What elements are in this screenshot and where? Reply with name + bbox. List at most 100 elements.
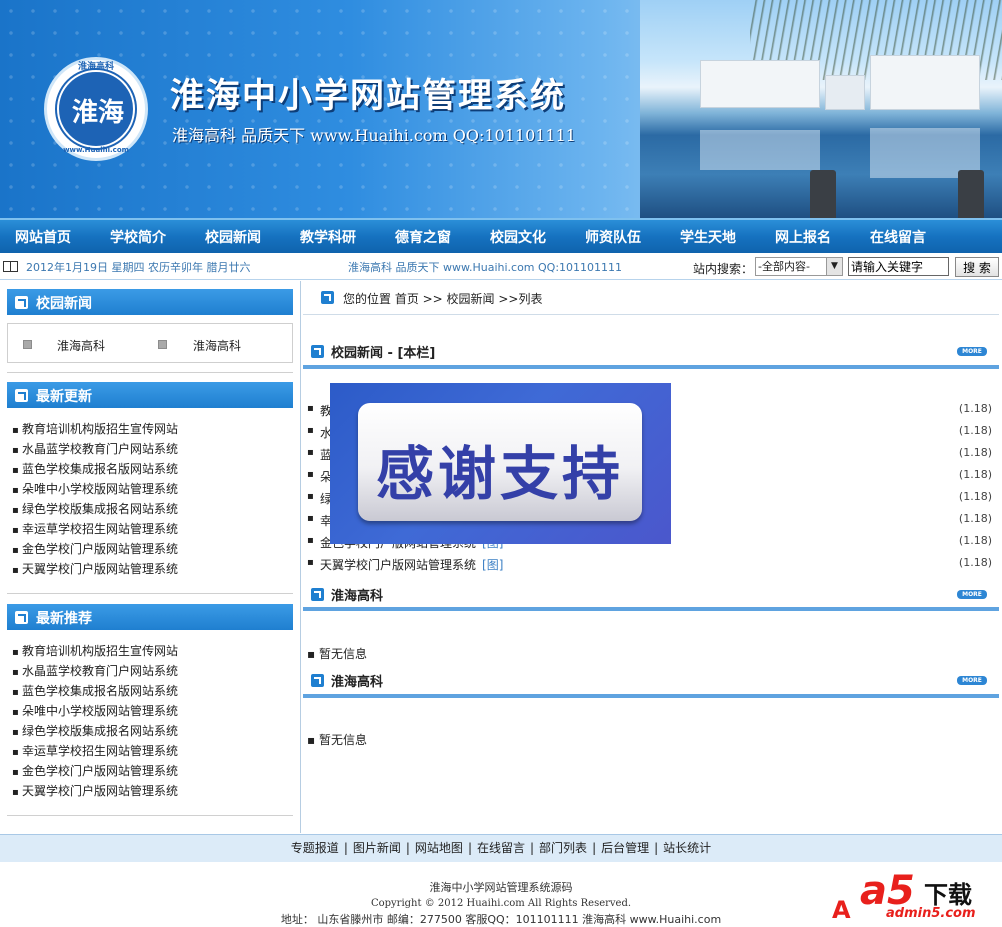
footer-link[interactable]: 部门列表	[539, 835, 587, 862]
news-date: (1.18)	[958, 468, 992, 481]
bullet-icon	[158, 340, 167, 349]
sidebar-header-latest: 最新更新	[7, 382, 293, 408]
arrow-icon	[311, 674, 324, 687]
recommend-list: 教育培训机构版招生宣传网站 水晶蓝学校教育门户网站系统 蓝色学校集成报名版网站系…	[12, 642, 178, 802]
list-item[interactable]: 天翼学校门户版网站管理系统	[12, 782, 178, 802]
footer-link[interactable]: 站长统计	[663, 835, 711, 862]
building	[825, 75, 865, 110]
arrow-icon	[311, 345, 324, 358]
list-item[interactable]: 金色学校门户版网站管理系统	[12, 540, 178, 560]
separator: |	[654, 841, 659, 855]
campus-photo	[640, 0, 1002, 218]
nav-teachers[interactable]: 师资队伍	[585, 227, 641, 247]
news-row[interactable]: 天翼学校门户版网站管理系统[图] (1.18)	[307, 556, 992, 578]
footer-link[interactable]: 后台管理	[601, 835, 649, 862]
nav-teaching-research[interactable]: 教学科研	[300, 227, 356, 247]
latest-list: 教育培训机构版招生宣传网站 水晶蓝学校教育门户网站系统 蓝色学校集成报名版网站系…	[12, 420, 178, 580]
watermark-letter: A	[832, 896, 851, 924]
search-scope-value: -全部内容-	[758, 260, 810, 273]
section-bar	[303, 365, 999, 369]
list-item[interactable]: 朵唯中小学校版网站管理系统	[12, 702, 178, 722]
chevron-down-icon[interactable]: ▼	[826, 258, 842, 275]
admin5-watermark: A a5 下载 admin5.com	[832, 866, 1002, 927]
nav-school-intro[interactable]: 学校简介	[110, 227, 166, 247]
footer-link[interactable]: 在线留言	[477, 835, 525, 862]
section-title: 淮海高科	[331, 675, 384, 690]
list-item[interactable]: 水晶蓝学校教育门户网站系统	[12, 440, 178, 460]
list-item[interactable]: 蓝色学校集成报名版网站系统	[12, 460, 178, 480]
empty-message: ▪ 暂无信息	[307, 647, 367, 661]
news-date: (1.18)	[958, 402, 992, 415]
section-bar	[303, 607, 999, 611]
nav-online-registration[interactable]: 网上报名	[775, 227, 831, 247]
arrow-icon	[311, 588, 324, 601]
nav-moral-education[interactable]: 德育之窗	[395, 227, 451, 247]
thanks-card: 感谢支持	[358, 403, 642, 521]
list-item[interactable]: 绿色学校版集成报名网站系统	[12, 722, 178, 742]
watermark-url: admin5.com	[886, 906, 976, 921]
empty-message: ▪ 暂无信息	[307, 733, 367, 747]
separator: |	[343, 841, 348, 855]
news-title[interactable]: 天翼学校门户版网站管理系统[图]	[307, 556, 503, 573]
sidebar-header-recommend: 最新推荐	[7, 604, 293, 630]
search-input[interactable]	[848, 257, 949, 276]
search-scope-select[interactable]: -全部内容- ▼	[755, 257, 843, 276]
list-item[interactable]: 教育培训机构版招生宣传网站	[12, 420, 178, 440]
site-logo[interactable]: 淮海高科 淮海 www.Huaihi.com	[44, 57, 148, 161]
subcategory-link[interactable]: 淮海高科	[193, 337, 241, 354]
more-button[interactable]: MORE	[957, 347, 987, 356]
divider	[303, 314, 999, 315]
divider	[7, 815, 293, 816]
more-button[interactable]: MORE	[957, 590, 987, 599]
search-label: 站内搜索：	[693, 262, 754, 276]
railing-post	[810, 170, 836, 218]
building	[870, 55, 980, 110]
subcategory-link[interactable]: 淮海高科	[57, 337, 105, 354]
news-date: (1.18)	[958, 446, 992, 459]
section-title: 校园新闻 - [本栏]	[331, 346, 436, 361]
main-nav: 网站首页 学校简介 校园新闻 教学科研 德育之窗 校园文化 师资队伍 学生天地 …	[0, 218, 1002, 253]
list-item[interactable]: 蓝色学校集成报名版网站系统	[12, 682, 178, 702]
news-date: (1.18)	[958, 534, 992, 547]
list-item[interactable]: 天翼学校门户版网站管理系统	[12, 560, 178, 580]
separator: |	[405, 841, 410, 855]
nav-home[interactable]: 网站首页	[15, 227, 71, 247]
site-slogan: 淮海高科 品质天下 www.Huaihi.com QQ:101101111	[172, 126, 576, 145]
footer-link[interactable]: 图片新闻	[353, 835, 401, 862]
divider	[7, 372, 293, 373]
list-item[interactable]: 幸运草学校招生网站管理系统	[12, 520, 178, 540]
separator: |	[467, 841, 472, 855]
watermark-download: 下载	[924, 881, 972, 909]
building	[700, 60, 820, 108]
logo-text: 淮海	[71, 98, 124, 128]
sidebar-header-campus-news: 校园新闻	[7, 289, 293, 315]
list-item[interactable]: 水晶蓝学校教育门户网站系统	[12, 662, 178, 682]
list-item[interactable]: 幸运草学校招生网站管理系统	[12, 742, 178, 762]
nav-campus-culture[interactable]: 校园文化	[490, 227, 546, 247]
footer-link[interactable]: 专题报道	[291, 835, 339, 862]
location-icon	[321, 291, 334, 304]
column-divider	[300, 281, 301, 833]
separator: |	[530, 841, 535, 855]
list-item[interactable]: 金色学校门户版网站管理系统	[12, 762, 178, 782]
info-slogan: 淮海高科 品质天下 www.Huaihi.com QQ:101101111	[348, 261, 623, 274]
footer-link[interactable]: 网站地图	[415, 835, 463, 862]
breadcrumb: 您的位置 首页 >> 校园新闻 >>列表	[343, 292, 543, 306]
news-date: (1.18)	[958, 424, 992, 437]
header-banner: 淮海高科 淮海 www.Huaihi.com 淮海中小学网站管理系统 淮海高科 …	[0, 0, 1002, 218]
nav-campus-news[interactable]: 校园新闻	[205, 227, 261, 247]
list-item[interactable]: 教育培训机构版招生宣传网站	[12, 642, 178, 662]
railing-post	[958, 170, 984, 218]
logo-arc-bottom: www.Huaihi.com	[63, 146, 129, 154]
more-button[interactable]: MORE	[957, 676, 987, 685]
sidebar-title: 校园新闻	[36, 296, 92, 312]
search-button[interactable]: 搜 索	[955, 257, 999, 277]
nav-guestbook[interactable]: 在线留言	[870, 227, 926, 247]
list-item[interactable]: 朵唯中小学校版网站管理系统	[12, 480, 178, 500]
separator: |	[592, 841, 597, 855]
info-bar: 2012年1月19日 星期四 农历辛卯年 腊月廿六 淮海高科 品质天下 www.…	[0, 253, 1002, 280]
nav-students[interactable]: 学生天地	[680, 227, 736, 247]
thanks-popup-image: 感谢支持	[330, 383, 671, 544]
arrow-icon	[15, 296, 28, 309]
list-item[interactable]: 绿色学校版集成报名网站系统	[12, 500, 178, 520]
